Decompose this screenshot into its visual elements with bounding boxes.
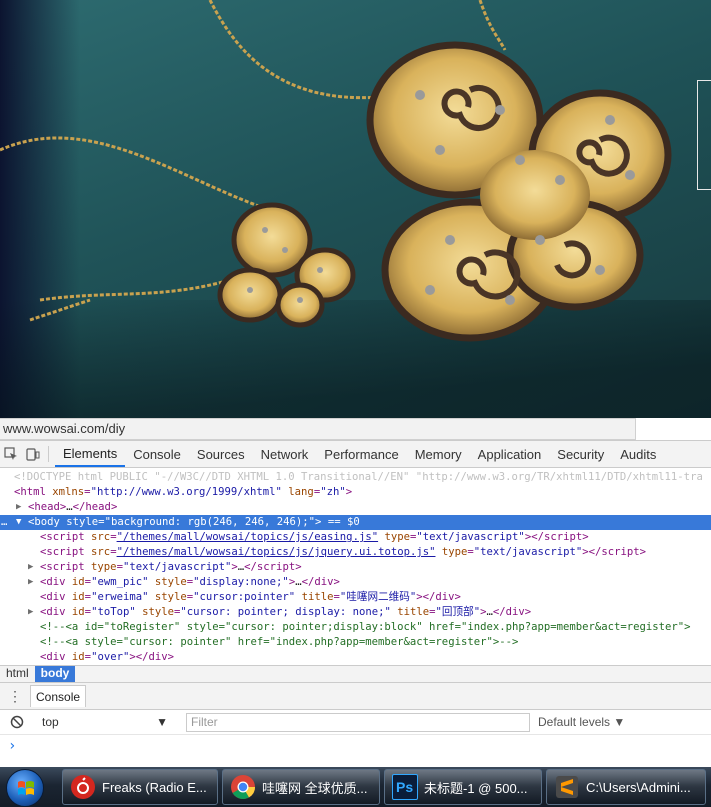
taskbar-label: 哇噻网 全球优质... bbox=[262, 780, 368, 796]
taskbar-label: 未标题-1 @ 500... bbox=[424, 780, 528, 796]
attr-value: "zh" bbox=[320, 486, 346, 498]
device-toolbar-icon[interactable] bbox=[22, 441, 44, 467]
inspect-element-icon[interactable] bbox=[0, 441, 22, 467]
windows-taskbar: Freaks (Radio E... 哇噻网 全球优质... Ps 未标题-1 … bbox=[0, 767, 711, 807]
collapse-triangle-icon[interactable]: ▼ bbox=[16, 515, 26, 530]
photoshop-icon: Ps bbox=[392, 774, 418, 800]
tab-console[interactable]: Console bbox=[125, 441, 189, 467]
taskbar-label: C:\Users\Admini... bbox=[586, 779, 691, 795]
log-levels-dropdown[interactable]: Default levels ▼ bbox=[538, 715, 625, 729]
dom-node-div-totop[interactable]: ▶ <div id="toTop" style="cursor: pointer… bbox=[0, 605, 711, 620]
expand-triangle-icon[interactable]: ▶ bbox=[16, 500, 26, 515]
dom-node-script-inline[interactable]: ▶ <script type="text/javascript">…</scri… bbox=[0, 560, 711, 575]
devtools-tabbar: Elements Console Sources Network Perform… bbox=[0, 441, 711, 468]
dom-node-doctype[interactable]: <!DOCTYPE html PUBLIC "-//W3C//DTD XHTML… bbox=[0, 470, 711, 485]
taskbar-button-sublime[interactable]: C:\Users\Admini... bbox=[546, 769, 706, 805]
script-src-link[interactable]: "/themes/mall/wowsai/topics/js/easing.js… bbox=[117, 531, 379, 543]
dom-node-comment-register[interactable]: <!--<a id="toRegister" style="cursor: po… bbox=[0, 620, 711, 635]
tab-application[interactable]: Application bbox=[470, 441, 550, 467]
attr-value: "cursor:pointer" bbox=[193, 591, 296, 603]
dom-node-div-over[interactable]: <div id="over"></div> bbox=[0, 650, 711, 665]
body-tag: <body bbox=[28, 516, 60, 528]
netease-music-icon bbox=[70, 774, 96, 800]
attr-value: "over" bbox=[91, 651, 130, 663]
html-tag: <html bbox=[14, 486, 46, 498]
attr-value: "erweima" bbox=[91, 591, 149, 603]
attr-value: "哇噻网二维码" bbox=[339, 591, 417, 603]
taskbar-button-chrome[interactable]: 哇噻网 全球优质... bbox=[222, 769, 380, 805]
tab-elements[interactable]: Elements bbox=[55, 441, 126, 467]
status-url-bar: www.wowsai.com/diy bbox=[0, 418, 636, 440]
attr-value: "text/javascript" bbox=[416, 531, 525, 543]
dom-node-comment-register-2[interactable]: <!--<a style="cursor: pointer" href="ind… bbox=[0, 635, 711, 650]
drawer-tabbar: ⋮ Console bbox=[0, 682, 711, 709]
console-filter-input[interactable]: Filter bbox=[186, 712, 530, 732]
attr-name: style bbox=[66, 516, 99, 528]
console-toolbar: top ▼ Filter Default levels ▼ bbox=[0, 709, 711, 735]
kebab-menu-icon[interactable]: ⋮ bbox=[0, 683, 30, 709]
attr-value: "text/javascript" bbox=[122, 561, 232, 573]
taskbar-button-photoshop[interactable]: Ps 未标题-1 @ 500... bbox=[384, 769, 542, 805]
expand-triangle-icon[interactable]: ▶ bbox=[28, 575, 38, 590]
attr-value: "ewm_pic" bbox=[91, 576, 149, 588]
more-actions-icon[interactable]: … bbox=[1, 515, 7, 530]
webpage-photo bbox=[0, 0, 711, 418]
attr-value: "display:none;" bbox=[193, 576, 289, 588]
expand-triangle-icon[interactable]: ▶ bbox=[28, 560, 38, 575]
head-tag: <head> bbox=[28, 501, 67, 513]
dom-node-head[interactable]: ▶ <head>…</head> bbox=[0, 500, 711, 515]
console-prompt[interactable]: › bbox=[0, 735, 711, 759]
tab-network[interactable]: Network bbox=[253, 441, 317, 467]
page-frame-edge bbox=[697, 80, 711, 190]
photoshop-logo-text: Ps bbox=[396, 779, 414, 795]
attr-value: "text/javascript" bbox=[473, 546, 583, 558]
breadcrumb-body[interactable]: body bbox=[34, 666, 76, 682]
sublime-icon bbox=[554, 774, 580, 800]
tag-end: > bbox=[315, 516, 322, 528]
attr-value: "回顶部" bbox=[435, 606, 481, 618]
context-selector[interactable]: top ▼ bbox=[34, 715, 174, 729]
attr-value: "http://www.w3.org/1999/xhtml" bbox=[90, 486, 282, 498]
tab-memory[interactable]: Memory bbox=[407, 441, 470, 467]
drawer-tab-console[interactable]: Console bbox=[30, 685, 87, 707]
doctype-text: <!DOCTYPE html PUBLIC "-//W3C//DTD XHTML… bbox=[14, 471, 703, 483]
dom-node-body-selected[interactable]: … ▼ <body style="background: rgb(246, 24… bbox=[0, 515, 711, 530]
dom-node-div-ewm[interactable]: ▶ <div id="ewm_pic" style="display:none;… bbox=[0, 575, 711, 590]
tab-security[interactable]: Security bbox=[549, 441, 612, 467]
dom-node-html[interactable]: <html xmlns="http://www.w3.org/1999/xhtm… bbox=[0, 485, 711, 500]
breadcrumb-html[interactable]: html bbox=[0, 666, 35, 682]
tab-sources[interactable]: Sources bbox=[189, 441, 253, 467]
devtools-panel: Elements Console Sources Network Perform… bbox=[0, 440, 711, 767]
chrome-icon bbox=[230, 774, 256, 800]
dom-node-script-easing[interactable]: <script src="/themes/mall/wowsai/topics/… bbox=[0, 530, 711, 545]
windows-logo-icon bbox=[18, 781, 34, 795]
attr-name: xmlns bbox=[52, 486, 85, 498]
context-value: top bbox=[42, 715, 59, 729]
html-comment: <!--<a id="toRegister" style="cursor: po… bbox=[40, 621, 691, 633]
attr-name: lang bbox=[288, 486, 314, 498]
dom-node-div-erweima[interactable]: <div id="erweima" style="cursor:pointer"… bbox=[0, 590, 711, 605]
breadcrumb: html body bbox=[0, 665, 711, 682]
attr-value: "background: rgb(246, 246, 246);" bbox=[104, 516, 316, 528]
toolbar-divider bbox=[48, 446, 49, 462]
elements-tree: <!DOCTYPE html PUBLIC "-//W3C//DTD XHTML… bbox=[0, 468, 711, 665]
html-comment: <!--<a style="cursor: pointer" href="ind… bbox=[40, 636, 519, 648]
taskbar-button-netease-music[interactable]: Freaks (Radio E... bbox=[62, 769, 218, 805]
expand-triangle-icon[interactable]: ▶ bbox=[28, 605, 38, 620]
script-src-link[interactable]: "/themes/mall/wowsai/topics/js/jquery.ui… bbox=[117, 546, 436, 558]
dom-node-script-totop[interactable]: <script src="/themes/mall/wowsai/topics/… bbox=[0, 545, 711, 560]
tab-performance[interactable]: Performance bbox=[316, 441, 406, 467]
tab-audits[interactable]: Audits bbox=[612, 441, 664, 467]
head-close-tag: </head> bbox=[72, 501, 118, 513]
taskbar-label: Freaks (Radio E... bbox=[102, 779, 207, 795]
dropdown-arrow-icon: ▼ bbox=[156, 715, 168, 729]
start-button[interactable] bbox=[6, 769, 44, 807]
clear-console-icon[interactable] bbox=[0, 715, 34, 729]
butterfly-pendant-image bbox=[0, 0, 672, 342]
selected-node-marker: == $0 bbox=[327, 516, 360, 528]
attr-value: "cursor: pointer; display: none;" bbox=[180, 606, 391, 618]
attr-value: "toTop" bbox=[91, 606, 136, 618]
